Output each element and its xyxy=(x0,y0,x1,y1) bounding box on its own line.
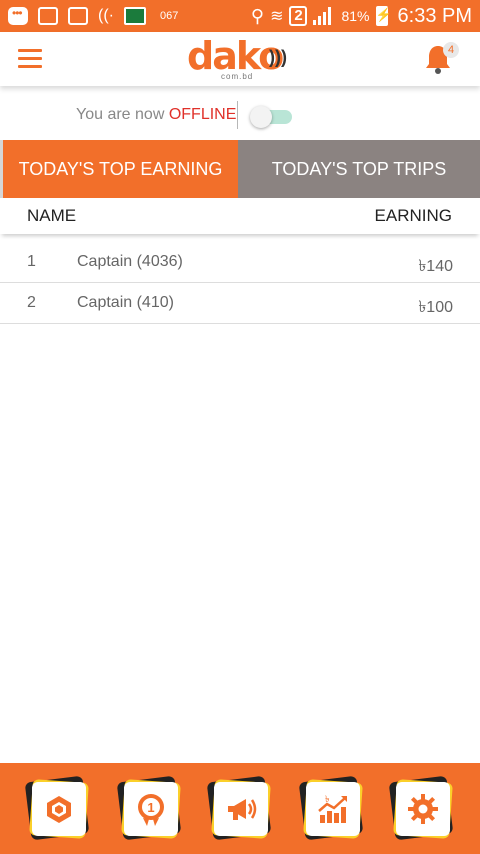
status-bar-right: ⚲ ≋ 2 81% 6:33 PM xyxy=(251,5,472,28)
sim-slot-badge: 2 xyxy=(289,6,308,26)
online-toggle[interactable] xyxy=(250,106,292,128)
photo-notification-icon xyxy=(38,7,58,25)
clock: 6:33 PM xyxy=(397,4,472,27)
column-header-earning: EARNING xyxy=(374,206,452,225)
notification-count-badge: 4 xyxy=(443,42,459,58)
row-captain-name: Captain (410) xyxy=(77,294,174,311)
status-text: You are now OFFLINE xyxy=(76,106,236,124)
earnings-chart-icon: ৳ xyxy=(318,795,347,823)
hotspot-icon: ((· xyxy=(98,7,114,24)
status-prefix: You are now xyxy=(76,106,165,123)
table-header: NAME EARNING xyxy=(0,200,480,234)
row-earning-amount: ৳140 xyxy=(418,258,453,275)
tab-top-earning[interactable]: TODAY'S TOP EARNING xyxy=(0,140,238,198)
hexagon-icon xyxy=(47,796,71,823)
row-captain-name: Captain (4036) xyxy=(77,253,183,270)
bottom-navigation: 1 ৳ xyxy=(0,763,480,854)
nav-earnings-button[interactable]: ৳ xyxy=(298,775,364,841)
image-notification-icon xyxy=(68,7,88,25)
nav-settings-button[interactable] xyxy=(388,775,454,841)
table-row: 1 Captain (4036) ৳140 xyxy=(0,242,480,283)
battery-charging-icon xyxy=(375,6,392,26)
toggle-knob xyxy=(250,106,272,128)
table-row: 2 Captain (410) ৳100 xyxy=(0,283,480,324)
logo-subtext: com.bd xyxy=(221,72,254,81)
nav-home-button[interactable] xyxy=(24,775,90,841)
row-rank: 2 xyxy=(27,294,36,311)
signal-icon xyxy=(313,7,335,25)
status-offline-label: OFFLINE xyxy=(168,106,237,123)
nav-announcements-button[interactable] xyxy=(206,775,272,841)
menu-icon[interactable] xyxy=(18,49,42,69)
svg-text:৳: ৳ xyxy=(325,795,330,805)
earning-list: 1 Captain (4036) ৳140 2 Captain (410) ৳1… xyxy=(0,242,480,324)
sim-card-icon xyxy=(123,7,146,25)
gear-icon xyxy=(408,794,438,824)
status-bar-left: ((· 067 xyxy=(8,6,179,25)
status-divider xyxy=(237,101,238,129)
row-earning-amount: ৳100 xyxy=(418,299,453,316)
battery-percent: 81% xyxy=(341,8,370,24)
wifi-icon: ≋ xyxy=(270,8,284,25)
app-header: dako com.bd ))) 4 xyxy=(0,32,480,86)
driver-status-row: You are now OFFLINE xyxy=(0,94,480,138)
tab-top-trips[interactable]: TODAY'S TOP TRIPS xyxy=(238,140,480,198)
dako-logo: dako com.bd ))) xyxy=(187,37,297,81)
nav-leaderboard-button[interactable]: 1 xyxy=(116,775,182,841)
status-bar: ((· 067 ⚲ ≋ 2 81% 6:33 PM xyxy=(0,0,480,32)
carrier-label: 067 xyxy=(159,10,179,22)
leaderboard-tabs: TODAY'S TOP EARNING TODAY'S TOP TRIPS xyxy=(0,140,480,198)
megaphone-icon xyxy=(228,799,257,820)
notification-bell-button[interactable]: 4 xyxy=(423,42,459,76)
chat-notification-icon xyxy=(8,6,28,25)
row-rank: 1 xyxy=(27,253,36,270)
svg-text:1: 1 xyxy=(147,800,154,815)
column-header-name: NAME xyxy=(27,206,77,225)
location-icon: ⚲ xyxy=(250,5,265,26)
medal-icon: 1 xyxy=(138,794,164,826)
logo-sound-waves-icon: ))) xyxy=(269,47,287,67)
